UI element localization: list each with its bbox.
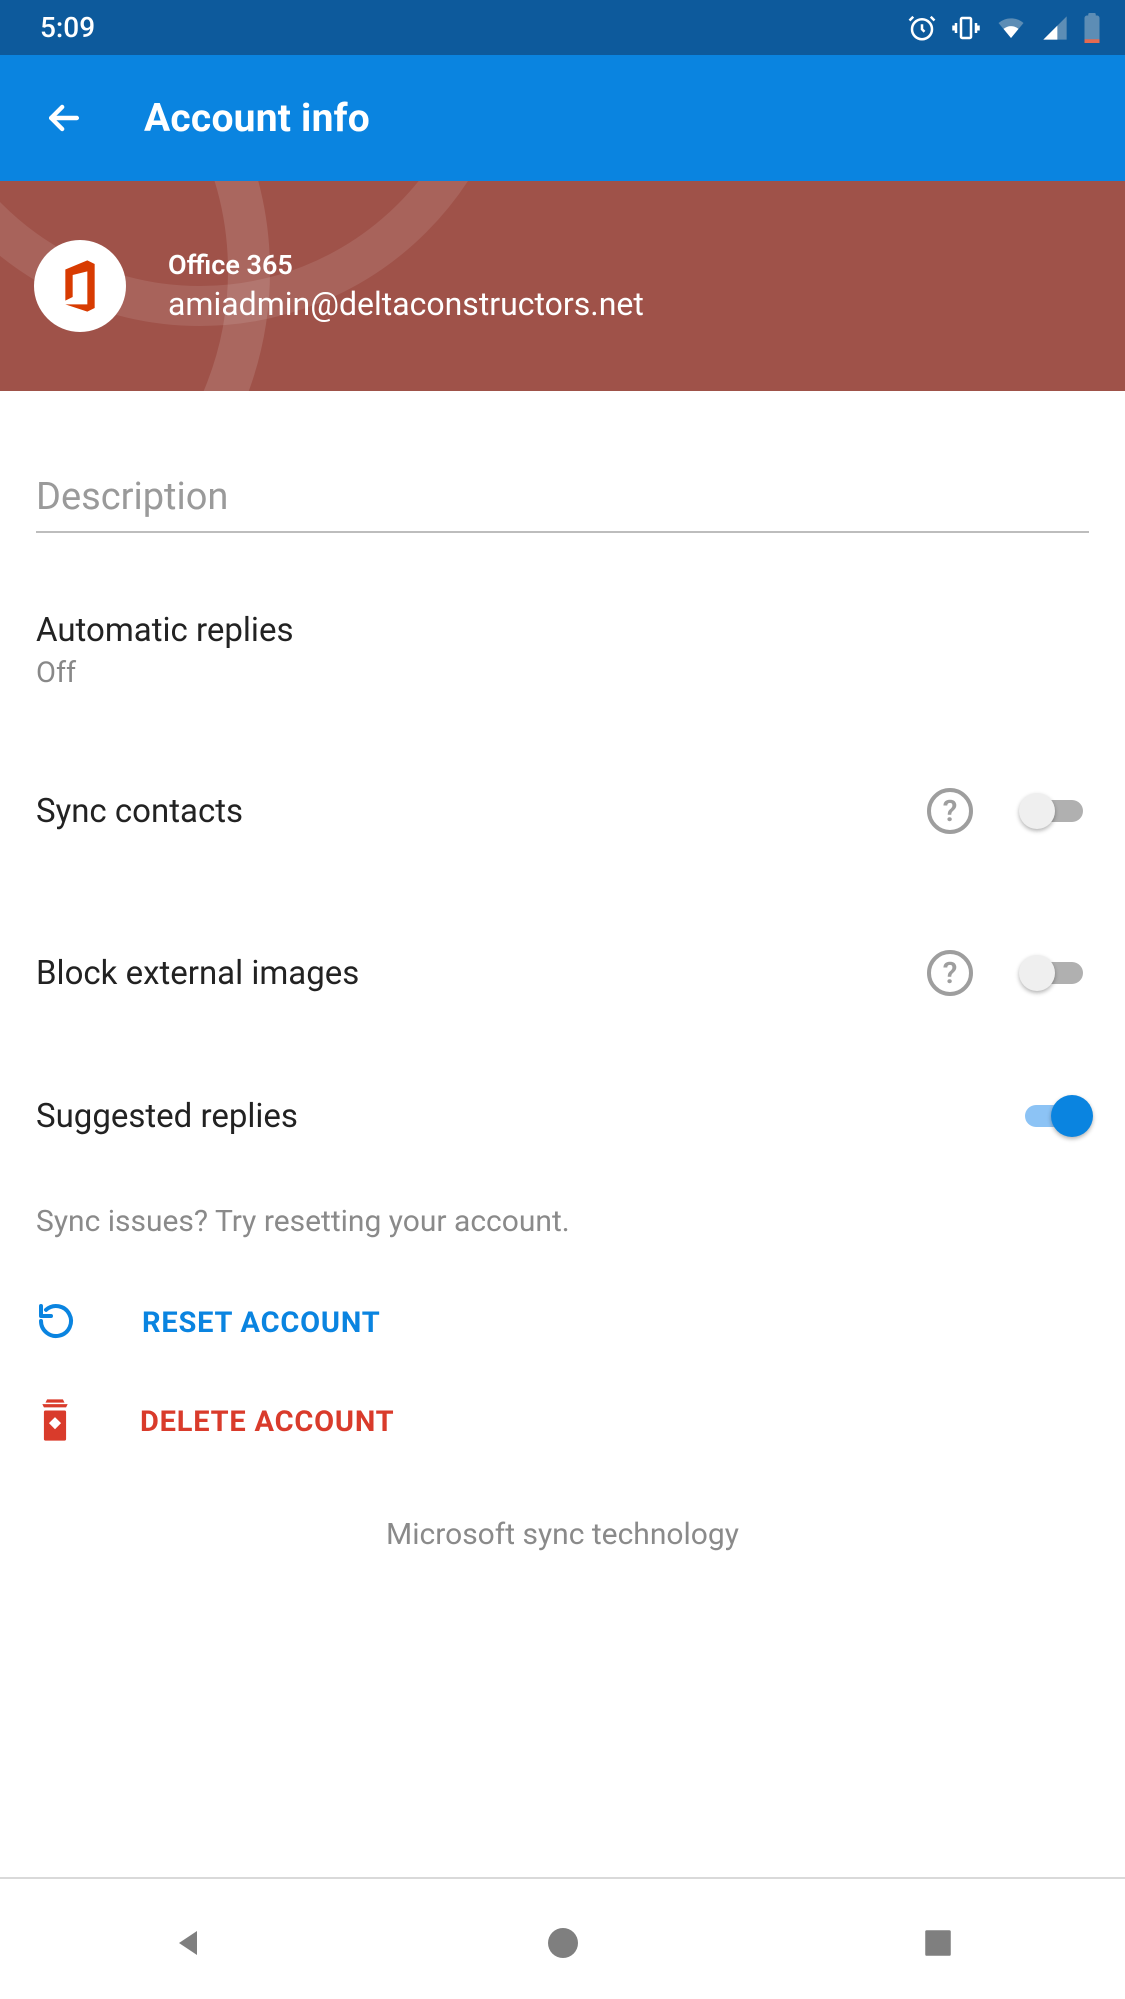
help-icon[interactable]: ?	[927, 950, 973, 996]
vibrate-icon	[951, 13, 981, 43]
block-images-toggle[interactable]	[1019, 953, 1089, 993]
back-button[interactable]	[40, 94, 88, 142]
reset-icon	[36, 1301, 76, 1345]
nav-home-button[interactable]	[535, 1915, 591, 1971]
nav-recent-button[interactable]	[910, 1915, 966, 1971]
page-title: Account info	[144, 95, 370, 141]
battery-icon	[1083, 13, 1101, 43]
automatic-replies-value: Off	[36, 656, 1089, 690]
reset-account-button[interactable]: RESET ACCOUNT	[36, 1301, 1089, 1345]
android-status-bar: 5:09	[0, 0, 1125, 55]
block-images-row: Block external images ?	[36, 950, 1089, 996]
suggested-replies-label: Suggested replies	[36, 1097, 1019, 1136]
help-icon[interactable]: ?	[927, 788, 973, 834]
app-bar: Account info	[0, 55, 1125, 181]
account-service: Office 365	[168, 249, 644, 281]
nav-back-button[interactable]	[160, 1915, 216, 1971]
description-field[interactable]	[36, 475, 1089, 533]
block-images-label: Block external images	[36, 954, 927, 993]
description-input[interactable]	[36, 475, 1089, 519]
sync-tech-footer: Microsoft sync technology	[36, 1517, 1089, 1552]
sync-contacts-row: Sync contacts ?	[36, 788, 1089, 834]
wifi-icon	[995, 13, 1027, 43]
office-icon	[34, 240, 126, 332]
automatic-replies-row[interactable]: Automatic replies Off	[36, 611, 1089, 690]
account-banner: Office 365 amiadmin@deltaconstructors.ne…	[0, 181, 1125, 391]
sync-contacts-label: Sync contacts	[36, 792, 927, 831]
status-icons	[907, 13, 1101, 43]
settings-content: Automatic replies Off Sync contacts ? Bl…	[0, 475, 1125, 1552]
divider	[0, 1877, 1125, 1879]
trash-icon	[36, 1399, 74, 1445]
suggested-replies-toggle[interactable]	[1019, 1096, 1089, 1136]
reset-account-label: RESET ACCOUNT	[142, 1306, 380, 1340]
account-email: amiadmin@deltaconstructors.net	[168, 285, 644, 323]
alarm-icon	[907, 13, 937, 43]
status-time: 5:09	[40, 11, 95, 44]
delete-account-button[interactable]: DELETE ACCOUNT	[36, 1399, 1089, 1445]
automatic-replies-label: Automatic replies	[36, 611, 1089, 650]
cellular-icon	[1041, 14, 1069, 42]
sync-hint: Sync issues? Try resetting your account.	[36, 1204, 1089, 1239]
sync-contacts-toggle[interactable]	[1019, 791, 1089, 831]
suggested-replies-row: Suggested replies	[36, 1096, 1089, 1136]
android-nav-bar	[0, 1887, 1125, 1999]
delete-account-label: DELETE ACCOUNT	[140, 1405, 394, 1439]
